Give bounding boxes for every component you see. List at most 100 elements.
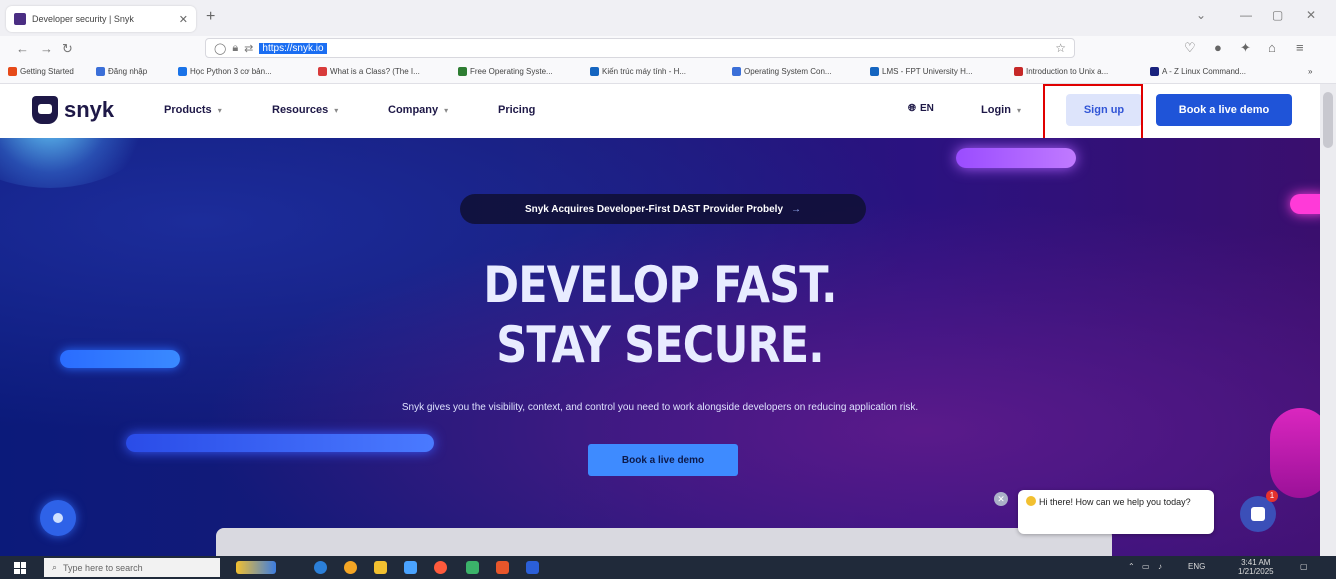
signup-highlight-box bbox=[1043, 84, 1143, 146]
chrome-icon[interactable] bbox=[344, 561, 357, 574]
clock-date: 1/21/2025 bbox=[1238, 567, 1274, 576]
bookmark-icon bbox=[590, 67, 599, 76]
pocket-icon[interactable]: ♡ bbox=[1184, 40, 1196, 56]
snyk-logo[interactable]: snyk bbox=[32, 96, 114, 124]
bookmark-label: A - Z Linux Command... bbox=[1162, 67, 1247, 76]
volume-icon[interactable]: ♪ bbox=[1158, 562, 1162, 571]
bookmark-label: What is a Class? (The I... bbox=[330, 67, 420, 76]
url-text[interactable]: https://snyk.io bbox=[259, 42, 327, 54]
maximize-icon[interactable]: ▢ bbox=[1272, 8, 1283, 22]
minimize-icon[interactable]: — bbox=[1240, 8, 1252, 22]
decorative-pill bbox=[1270, 408, 1320, 498]
snyk-favicon-icon bbox=[14, 13, 26, 25]
search-icon: ⌕ bbox=[52, 562, 58, 572]
bookmark-icon bbox=[1014, 67, 1023, 76]
word-icon[interactable] bbox=[526, 561, 539, 574]
tab-list-chevron-icon[interactable]: ⌄ bbox=[1196, 8, 1206, 22]
chat-close-icon[interactable]: ✕ bbox=[994, 492, 1008, 506]
login-menu[interactable]: Login ▾ bbox=[981, 104, 1021, 116]
lock-icon[interactable]: 🔒︎ bbox=[232, 42, 238, 55]
bookmark-item[interactable]: Đăng nhập bbox=[96, 67, 147, 76]
notifications-icon[interactable]: ▢ bbox=[1300, 562, 1308, 571]
browser-tab-active[interactable]: Developer security | Snyk ✕ bbox=[6, 6, 196, 32]
tab-title: Developer security | Snyk bbox=[32, 14, 134, 24]
browser-tab-bar: Developer security | Snyk ✕ + ⌄ — ▢ ✕ bbox=[0, 0, 1336, 36]
tray-chevron-icon[interactable]: ⌃ bbox=[1128, 562, 1135, 571]
product-preview-card bbox=[216, 528, 1112, 556]
bookmark-item[interactable]: A - Z Linux Command... bbox=[1150, 67, 1246, 76]
close-tab-icon[interactable]: ✕ bbox=[179, 13, 188, 26]
hero-subtext: Snyk gives you the visibility, context, … bbox=[401, 402, 919, 413]
decorative-pill bbox=[1290, 194, 1320, 214]
arrow-right-icon: → bbox=[791, 203, 802, 215]
bookmark-item[interactable]: Operating System Con... bbox=[732, 67, 832, 76]
bookmark-item[interactable]: Getting Started bbox=[8, 67, 74, 76]
hero-headline-line-2: STAY SECURE. bbox=[496, 316, 824, 374]
firefox-icon[interactable] bbox=[434, 561, 447, 574]
new-tab-icon[interactable]: + bbox=[206, 8, 215, 26]
profile-icon[interactable]: ● bbox=[1214, 40, 1222, 55]
windows-start-icon[interactable] bbox=[14, 562, 26, 574]
windows-taskbar: ⌕ Type here to search ⌃ ▭ ♪ ENG 3:41 AM … bbox=[0, 556, 1336, 579]
bookmark-item[interactable]: LMS - FPT University H... bbox=[870, 67, 973, 76]
language-indicator[interactable]: ENG bbox=[1188, 562, 1205, 571]
announcement-banner[interactable]: Snyk Acquires Developer-First DAST Provi… bbox=[460, 194, 866, 224]
bookmark-icon bbox=[1150, 67, 1159, 76]
bookmark-item[interactable]: Kiến trúc máy tính - H... bbox=[590, 67, 686, 76]
bookmark-label: Getting Started bbox=[20, 67, 74, 76]
bookmark-item[interactable]: What is a Class? (The I... bbox=[318, 67, 420, 76]
shield-icon[interactable]: ◯ bbox=[214, 42, 226, 55]
announcement-text: Snyk Acquires Developer-First DAST Provi… bbox=[524, 203, 784, 215]
network-icon[interactable]: ▭ bbox=[1142, 562, 1150, 571]
nav-resources[interactable]: Resources ▾ bbox=[272, 104, 338, 116]
bookmark-label: Introduction to Unix a... bbox=[1026, 67, 1109, 76]
permissions-icon[interactable]: ⇄ bbox=[244, 42, 253, 55]
decorative-pill bbox=[126, 434, 434, 452]
home-icon[interactable]: ⌂ bbox=[1268, 40, 1276, 55]
logo-text: snyk bbox=[64, 97, 115, 122]
clock-time: 3:41 AM bbox=[1241, 558, 1271, 567]
book-demo-hero-button[interactable]: Book a live demo bbox=[588, 444, 738, 476]
book-demo-header-button[interactable]: Book a live demo bbox=[1156, 94, 1292, 126]
reload-icon[interactable]: ↻ bbox=[62, 41, 73, 57]
bookmark-icon bbox=[8, 67, 17, 76]
page-scrollbar[interactable] bbox=[1320, 84, 1336, 556]
nav-company[interactable]: Company ▾ bbox=[388, 104, 448, 116]
nav-pricing[interactable]: Pricing bbox=[498, 104, 535, 116]
chevron-down-icon: ▾ bbox=[1016, 105, 1021, 115]
language-selector[interactable]: 🌐︎ EN bbox=[908, 103, 934, 114]
chat-popup[interactable]: Hi there! How can we help you today? bbox=[1018, 490, 1214, 534]
address-bar[interactable]: ◯ 🔒︎ ⇄ https://snyk.io ☆ bbox=[205, 38, 1075, 58]
bookmark-star-icon[interactable]: ☆ bbox=[1055, 41, 1066, 55]
search-placeholder: Type here to search bbox=[63, 562, 143, 573]
decorative-glow bbox=[0, 138, 160, 188]
back-icon[interactable]: ← bbox=[16, 41, 29, 56]
widgets-icon[interactable] bbox=[236, 561, 276, 574]
store-icon[interactable] bbox=[404, 561, 417, 574]
bookmarks-overflow-icon[interactable]: » bbox=[1308, 67, 1312, 76]
bookmark-item[interactable]: Introduction to Unix a... bbox=[1014, 67, 1108, 76]
forward-icon[interactable]: → bbox=[40, 41, 53, 56]
nav-label: Company bbox=[388, 104, 439, 116]
bookmark-item[interactable]: Free Operating Syste... bbox=[458, 67, 553, 76]
extension-icon[interactable]: ✦ bbox=[1240, 40, 1251, 56]
office-icon[interactable] bbox=[496, 561, 509, 574]
close-window-icon[interactable]: ✕ bbox=[1306, 8, 1316, 22]
globe-icon: 🌐︎ bbox=[908, 103, 916, 114]
bookmark-label: Đăng nhập bbox=[108, 67, 148, 76]
bookmark-item[interactable]: Học Python 3 cơ bản... bbox=[178, 67, 272, 76]
bookmark-label: Free Operating Syste... bbox=[470, 67, 553, 76]
file-explorer-icon[interactable] bbox=[374, 561, 387, 574]
menu-icon[interactable]: ≡ bbox=[1296, 40, 1304, 55]
nav-products[interactable]: Products ▾ bbox=[164, 104, 222, 116]
bookmark-icon bbox=[318, 67, 327, 76]
bookmark-label: Học Python 3 cơ bản... bbox=[190, 67, 272, 76]
taskbar-search-input[interactable]: ⌕ Type here to search bbox=[44, 558, 220, 577]
clock[interactable]: 3:41 AM 1/21/2025 bbox=[1238, 558, 1274, 576]
floating-circle-button[interactable] bbox=[40, 500, 76, 536]
edge-icon[interactable] bbox=[314, 561, 327, 574]
bookmark-icon bbox=[458, 67, 467, 76]
app-icon[interactable] bbox=[466, 561, 479, 574]
nav-label: Pricing bbox=[498, 104, 536, 116]
scrollbar-thumb[interactable] bbox=[1323, 92, 1333, 148]
